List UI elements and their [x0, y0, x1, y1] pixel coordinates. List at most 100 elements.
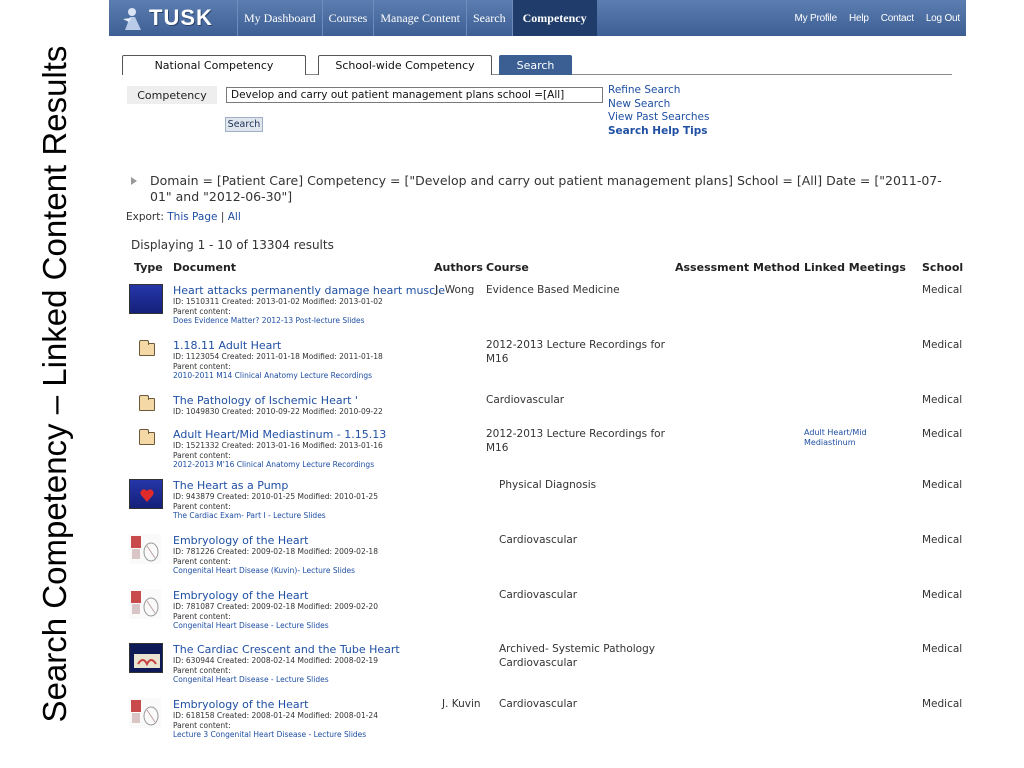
export-all-link[interactable]: All: [228, 211, 241, 223]
contact-link[interactable]: Contact: [881, 13, 914, 24]
school-cell: Medical: [922, 698, 963, 710]
parent-content-label: Parent content:: [173, 720, 231, 730]
document-meta: ID: 781226 Created: 2009-02-18 Modified:…: [173, 547, 378, 556]
refine-search-link[interactable]: Refine Search: [608, 84, 709, 98]
parent-content-label: Parent content:: [173, 665, 231, 675]
competency-input[interactable]: Develop and carry out patient management…: [226, 87, 603, 103]
document-title-link[interactable]: Heart attacks permanently damage heart m…: [173, 284, 445, 297]
document-meta: ID: 943879 Created: 2010-01-25 Modified:…: [173, 492, 378, 501]
slides-thumbnail-icon[interactable]: [129, 643, 163, 673]
course-cell: 2012-2013 Lecture Recordings for M16: [486, 339, 665, 365]
my-profile-link[interactable]: My Profile: [794, 13, 837, 24]
parent-content-link[interactable]: Does Evidence Matter? 2012-13 Post-lectu…: [173, 316, 445, 326]
col-header-assessment-method[interactable]: Assessment Method: [675, 261, 800, 274]
document-meta: ID: 1521332 Created: 2013-01-16 Modified…: [173, 441, 383, 450]
parent-content-label: Parent content:: [173, 306, 231, 316]
nav-tab-manage-content[interactable]: Manage Content: [373, 0, 466, 36]
export-label: Export:: [126, 211, 164, 223]
heart-icon: [140, 489, 154, 502]
slide-title-area: Search Competency – Linked Content Resul…: [0, 0, 110, 768]
parent-content-link[interactable]: 2010-2011 M14 Clinical Anatomy Lecture R…: [173, 371, 383, 381]
parent-content-link[interactable]: Congenital Heart Disease (Kuvin)- Lectur…: [173, 566, 378, 576]
slides-diagram-icon[interactable]: [129, 698, 161, 728]
new-search-link[interactable]: New Search: [608, 98, 709, 112]
competency-label: Competency: [127, 86, 217, 104]
tab-school-wide-competency[interactable]: School-wide Competency: [318, 55, 492, 75]
course-cell: Evidence Based Medicine: [486, 284, 620, 296]
document-title-link[interactable]: The Heart as a Pump: [173, 479, 378, 492]
document-title-link[interactable]: 1.18.11 Adult Heart: [173, 339, 383, 352]
document-title-link[interactable]: The Pathology of Ischemic Heart ': [173, 394, 383, 407]
folder-icon[interactable]: [139, 429, 155, 445]
parent-content-link[interactable]: The Cardiac Exam- Part I - Lecture Slide…: [173, 511, 378, 521]
tusk-logo-icon: [123, 8, 141, 30]
slides-diagram-icon[interactable]: [129, 534, 161, 564]
slides-thumbnail-icon[interactable]: [129, 284, 163, 314]
document-meta: ID: 618158 Created: 2008-01-24 Modified:…: [173, 711, 378, 720]
author-cell: J. Kuvin: [442, 698, 481, 710]
parent-content-link[interactable]: Congenital Heart Disease - Lecture Slide…: [173, 675, 400, 685]
course-cell: Cardiovascular: [499, 534, 578, 546]
parent-content-label: Parent content:: [173, 556, 231, 566]
top-nav-bar: TUSK My Dashboard Courses Manage Content…: [109, 0, 966, 36]
slides-diagram-icon[interactable]: [129, 589, 161, 619]
tab-search[interactable]: Search: [499, 55, 572, 75]
col-header-linked-meetings[interactable]: Linked Meetings: [804, 261, 906, 274]
search-side-links: Refine Search New Search View Past Searc…: [608, 84, 709, 138]
tube-heart-icon: [134, 654, 160, 668]
course-cell: Cardiovascular: [499, 589, 578, 601]
document-meta: ID: 781087 Created: 2009-02-18 Modified:…: [173, 602, 378, 611]
competency-subtabs: National Competency School-wide Competen…: [122, 55, 952, 75]
document-meta: ID: 1510311 Created: 2013-01-02 Modified…: [173, 297, 383, 306]
nav-tab-my-dashboard[interactable]: My Dashboard: [237, 0, 322, 36]
nav-right-links: My Profile Help Contact Log Out: [794, 0, 960, 36]
document-title-link[interactable]: Embryology of the Heart: [173, 589, 378, 602]
parent-content-label: Parent content:: [173, 361, 231, 371]
nav-tab-competency[interactable]: Competency: [511, 0, 597, 36]
school-cell: Medical: [922, 394, 963, 406]
folder-icon[interactable]: [139, 340, 155, 356]
school-cell: Medical: [922, 428, 963, 440]
folder-icon[interactable]: [139, 395, 155, 411]
course-cell: Physical Diagnosis: [499, 479, 597, 491]
help-link[interactable]: Help: [849, 13, 869, 24]
school-cell: Medical: [922, 589, 963, 601]
document-title-link[interactable]: Adult Heart/Mid Mediastinum - 1.15.13: [173, 428, 386, 441]
nav-tab-courses[interactable]: Courses: [321, 0, 374, 36]
col-header-type[interactable]: Type: [134, 261, 163, 274]
linked-meeting-link[interactable]: Adult Heart/Mid Mediastinum: [804, 428, 884, 448]
parent-content-link[interactable]: 2012-2013 M'16 Clinical Anatomy Lecture …: [173, 460, 386, 470]
search-button[interactable]: Search: [225, 117, 263, 132]
col-header-school[interactable]: School: [922, 261, 963, 274]
school-cell: Medical: [922, 643, 963, 655]
course-cell: Cardiovascular: [499, 698, 578, 710]
parent-content-link[interactable]: Lecture 3 Congenital Heart Disease - Lec…: [173, 730, 378, 740]
export-links: Export: This Page | All: [126, 211, 241, 223]
expand-triangle-icon[interactable]: [131, 177, 137, 185]
col-header-authors[interactable]: Authors: [434, 261, 483, 274]
view-past-searches-link[interactable]: View Past Searches: [608, 111, 709, 125]
document-title-link[interactable]: The Cardiac Crescent and the Tube Heart: [173, 643, 400, 656]
tab-national-competency[interactable]: National Competency: [122, 55, 306, 75]
school-cell: Medical: [922, 534, 963, 546]
parent-content-label: Parent content:: [173, 450, 231, 460]
document-title-link[interactable]: Embryology of the Heart: [173, 698, 378, 711]
results-count: Displaying 1 - 10 of 13304 results: [131, 238, 334, 252]
course-cell: Archived- Systemic Pathology Cardiovascu…: [499, 643, 655, 669]
export-this-page-link[interactable]: This Page: [167, 211, 217, 223]
parent-content-link[interactable]: Congenital Heart Disease - Lecture Slide…: [173, 621, 378, 631]
col-header-document[interactable]: Document: [173, 261, 236, 274]
slide-title: Search Competency – Linked Content Resul…: [36, 45, 73, 723]
document-meta: ID: 1049830 Created: 2010-09-22 Modified…: [173, 407, 383, 416]
author-cell: J. Wong: [435, 284, 475, 296]
slides-thumbnail-icon[interactable]: [129, 479, 163, 509]
tusk-logo[interactable]: TUSK: [117, 2, 237, 34]
nav-tab-search[interactable]: Search: [465, 0, 512, 36]
document-title-link[interactable]: Embryology of the Heart: [173, 534, 378, 547]
tusk-screenshot: TUSK My Dashboard Courses Manage Content…: [109, 0, 966, 768]
log-out-link[interactable]: Log Out: [926, 13, 960, 24]
search-help-tips-link[interactable]: Search Help Tips: [608, 125, 709, 139]
nav-tabs: My Dashboard Courses Manage Content Sear…: [237, 0, 597, 36]
col-header-course[interactable]: Course: [486, 261, 529, 274]
school-cell: Medical: [922, 339, 963, 351]
